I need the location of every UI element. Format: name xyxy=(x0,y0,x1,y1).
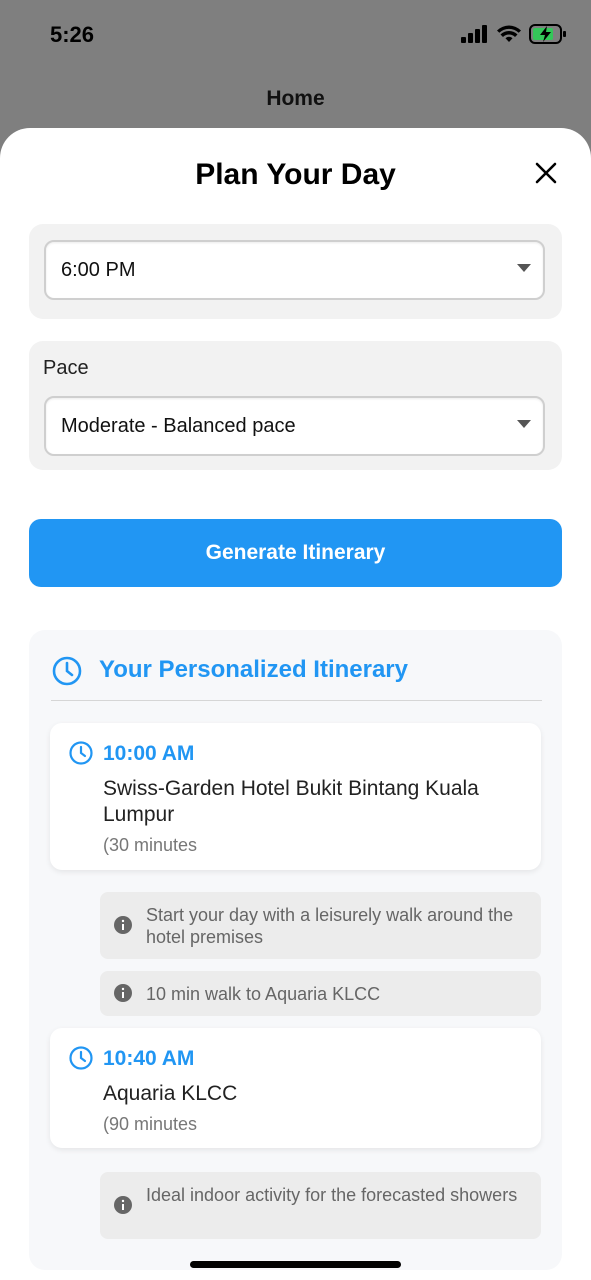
plan-your-day-sheet: Plan Your Day 6:00 PM Pace Moderate - Ba… xyxy=(0,128,591,1280)
itinerary-stop[interactable]: 10:40 AM Aquaria KLCC (90 minutes xyxy=(50,1028,541,1148)
clock-icon xyxy=(52,656,82,686)
pace-value: Moderate - Balanced pace xyxy=(61,415,296,437)
chevron-down-icon xyxy=(517,264,531,272)
note-text: 10 min walk to Aquaria KLCC xyxy=(146,984,381,1004)
home-indicator[interactable] xyxy=(190,1261,401,1268)
itinerary-note: 10 min walk to Aquaria KLCC xyxy=(100,971,541,1016)
itinerary-note: Start your day with a leisurely walk aro… xyxy=(100,892,541,959)
cellular-signal-icon xyxy=(461,25,487,43)
note-text: Ideal indoor activity for the forecasted… xyxy=(146,1185,518,1205)
note-text: Start your day with a leisurely walk aro… xyxy=(146,905,514,947)
status-icons xyxy=(461,24,567,44)
itinerary-stop[interactable]: 10:00 AM Swiss-Garden Hotel Bukit Bintan… xyxy=(50,723,541,870)
close-button[interactable] xyxy=(531,158,561,188)
stop-duration: (90 minutes xyxy=(103,1114,198,1134)
wifi-icon xyxy=(497,25,521,42)
info-icon xyxy=(114,1196,132,1214)
info-icon xyxy=(114,916,132,934)
chevron-down-icon xyxy=(517,420,531,428)
stop-time: 10:00 AM xyxy=(103,742,195,765)
itinerary-note: Ideal indoor activity for the forecasted… xyxy=(100,1172,541,1239)
pace-label: Pace xyxy=(43,357,89,379)
info-icon xyxy=(114,984,132,1002)
battery-charging-icon xyxy=(529,24,566,44)
pace-select[interactable]: Moderate - Balanced pace xyxy=(44,396,545,456)
itinerary-panel: Your Personalized Itinerary 10:00 AM Swi… xyxy=(29,630,562,1270)
stop-name-text: Swiss-Garden Hotel Bukit Bintang Kuala L… xyxy=(103,777,479,826)
close-icon xyxy=(535,162,557,184)
pace-field-card: Pace Moderate - Balanced pace xyxy=(29,341,562,470)
stop-name: Aquaria KLCC (90 minutes xyxy=(103,1081,523,1137)
divider xyxy=(51,700,542,701)
sheet-title: Plan Your Day xyxy=(195,158,396,191)
generate-itinerary-button[interactable]: Generate Itinerary xyxy=(29,519,562,587)
background-page-title: Home xyxy=(266,87,325,110)
clock-icon xyxy=(69,741,93,765)
end-time-value: 6:00 PM xyxy=(61,259,136,281)
stop-name: Swiss-Garden Hotel Bukit Bintang Kuala L… xyxy=(103,776,523,858)
end-time-field-card: 6:00 PM xyxy=(29,224,562,319)
stop-name-text: Aquaria KLCC xyxy=(103,1082,238,1105)
stop-time: 10:40 AM xyxy=(103,1047,195,1070)
itinerary-heading: Your Personalized Itinerary xyxy=(99,656,408,683)
clock-icon xyxy=(69,1046,93,1070)
status-bar: 5:26 xyxy=(0,0,591,70)
status-time: 5:26 xyxy=(50,22,95,47)
stop-duration: (30 minutes xyxy=(103,835,198,855)
end-time-select[interactable]: 6:00 PM xyxy=(44,240,545,300)
